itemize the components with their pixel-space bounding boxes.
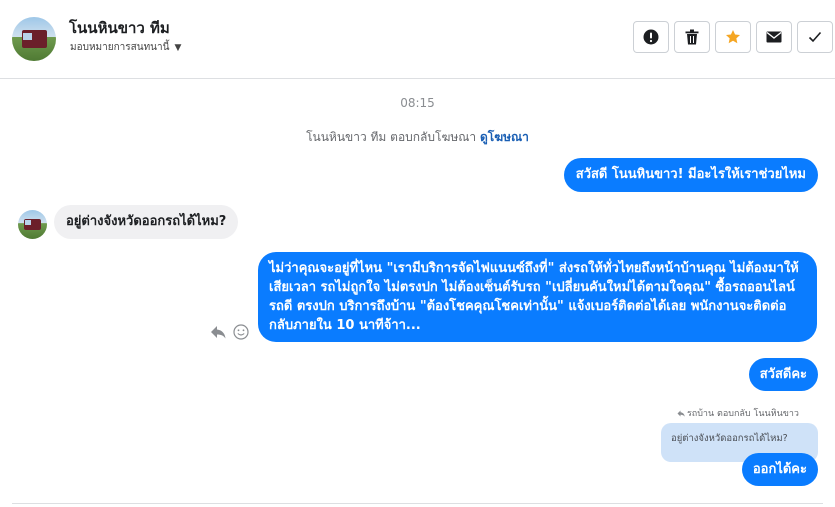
exclamation-circle-icon (643, 29, 659, 45)
mark-unread-button[interactable] (756, 21, 792, 53)
outgoing-message-answer[interactable]: ออกได้คะ (741, 453, 818, 486)
assign-conversation-dropdown[interactable]: มอบหมายการสนทนานี้ ▼ (70, 40, 181, 55)
smiley-icon (232, 323, 249, 340)
composer-divider (12, 503, 823, 504)
message-tools (209, 323, 249, 340)
caret-down-icon: ▼ (174, 42, 182, 53)
outgoing-message-promotion[interactable]: ไม่ว่าคุณจะอยู่ที่ไหน "เรามีบริการจัดไฟแ… (258, 252, 817, 342)
contact-name[interactable]: โนนหินขาว ทีม (69, 16, 170, 40)
reply-meta-text: รถบ้าน ตอบกลับ โนนหินขาว (686, 409, 799, 419)
ad-reply-text: โนนหินขาว ทีม ตอบกลับโฆษณา (306, 130, 477, 144)
mark-done-button[interactable] (797, 21, 833, 53)
outgoing-message-greeting[interactable]: สวัสดี โนนหินขาว! มีอะไรให้เราช่วยไหม (563, 158, 818, 192)
incoming-message-question[interactable]: อยู่ต่างจังหวัดออกรถได้ไหม? (54, 205, 239, 239)
report-button[interactable] (633, 21, 669, 53)
star-icon (726, 30, 740, 44)
reply-icon (210, 325, 225, 338)
reply-meta: รถบ้าน ตอบกลับ โนนหินขาว (677, 406, 799, 420)
react-button[interactable] (232, 323, 249, 340)
outgoing-message-hello[interactable]: สวัสดีคะ (748, 358, 818, 391)
checkmark-icon (808, 31, 822, 43)
avatar-truck-image (21, 30, 48, 48)
envelope-icon (766, 31, 782, 43)
header-actions (633, 21, 833, 53)
trash-icon (685, 29, 699, 45)
contact-avatar[interactable] (12, 17, 56, 61)
assign-label: มอบหมายการสนทนานี้ (70, 42, 170, 53)
avatar-truck-image (24, 218, 42, 231)
reply-button[interactable] (209, 323, 226, 340)
star-button[interactable] (715, 21, 751, 53)
message-timestamp: 08:15 (400, 96, 435, 110)
conversation-header: โนนหินขาว ทีม มอบหมายการสนทนานี้ ▼ (0, 0, 835, 79)
messenger-conversation: โนนหินขาว ทีม มอบหมายการสนทนานี้ ▼ 08:15… (0, 0, 835, 507)
delete-button[interactable] (674, 21, 710, 53)
ad-reply-notice: โนนหินขาว ทีม ตอบกลับโฆษณา ดูโฆษณา (0, 128, 835, 147)
sender-avatar[interactable] (18, 210, 47, 239)
reply-arrow-icon (677, 410, 685, 417)
view-ad-link[interactable]: ดูโฆษณา (480, 130, 529, 144)
